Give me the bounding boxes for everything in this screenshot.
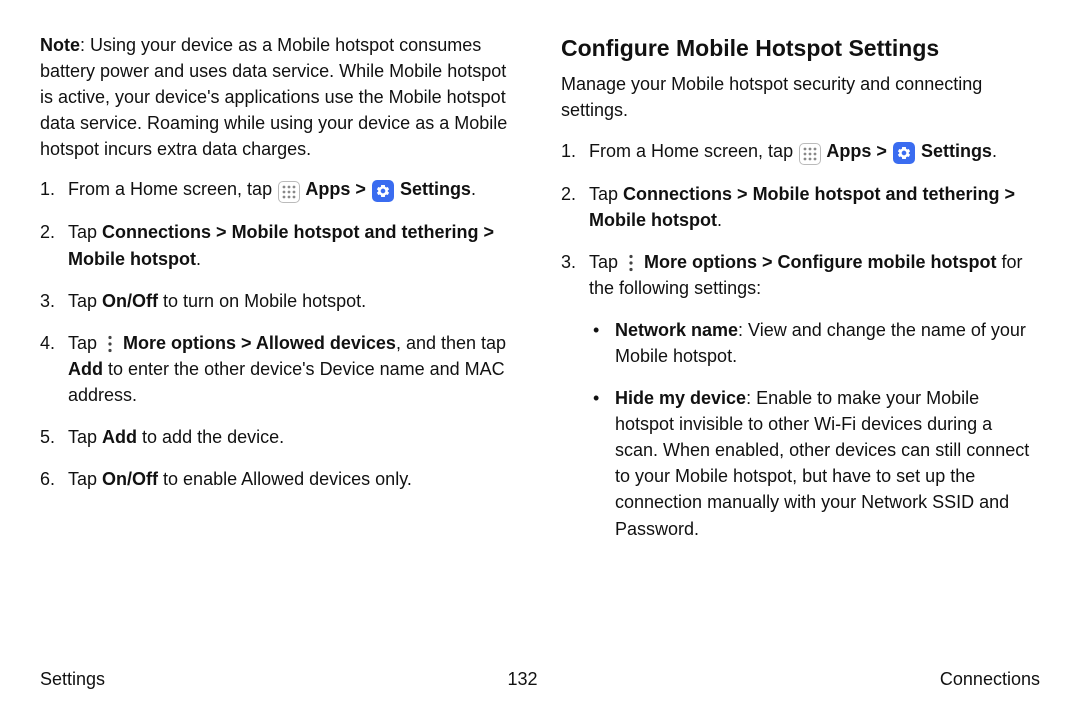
bold: Mobile hotspot and tethering — [232, 222, 479, 242]
bold: More options — [118, 333, 236, 353]
chevron-icon: > — [350, 179, 371, 199]
text: , and then tap — [396, 333, 506, 353]
apps-label: Apps — [822, 141, 871, 161]
text: . — [717, 210, 722, 230]
bold: Add — [68, 359, 103, 379]
text: to add the device. — [137, 427, 284, 447]
bullet-hide-device: Hide my device: Enable to make your Mobi… — [589, 385, 1040, 542]
text: . — [196, 249, 201, 269]
bullet-network-name: Network name: View and change the name o… — [589, 317, 1040, 369]
right-step-3: Tap More options > Configure mobile hots… — [561, 249, 1040, 542]
section-heading: Configure Mobile Hotspot Settings — [561, 32, 1040, 65]
more-options-icon — [624, 252, 638, 274]
bold: Mobile hotspot — [68, 249, 196, 269]
footer-left: Settings — [40, 666, 105, 692]
text: to enable Allowed devices only. — [158, 469, 412, 489]
text: . — [992, 141, 997, 161]
footer-right: Connections — [940, 666, 1040, 692]
section-intro: Manage your Mobile hotspot security and … — [561, 71, 1040, 123]
bold: More options — [639, 252, 757, 272]
left-steps: From a Home screen, tap Apps > Settings.… — [40, 176, 519, 492]
note-label: Note — [40, 35, 80, 55]
bold: Mobile hotspot and tethering — [753, 184, 1000, 204]
left-step-2: Tap Connections > Mobile hotspot and tet… — [40, 219, 519, 271]
note-body: : Using your device as a Mobile hotspot … — [40, 35, 507, 159]
text: Tap — [589, 252, 623, 272]
text: Tap — [68, 291, 102, 311]
chevron-icon: > — [732, 184, 753, 204]
right-steps: From a Home screen, tap Apps > Settings.… — [561, 138, 1040, 542]
left-step-1: From a Home screen, tap Apps > Settings. — [40, 176, 519, 203]
bold: Configure mobile hotspot — [778, 252, 997, 272]
chevron-icon: > — [757, 252, 778, 272]
text: Tap — [68, 222, 102, 242]
bold: On/Off — [102, 291, 158, 311]
apps-icon — [799, 143, 821, 165]
text: From a Home screen, tap — [589, 141, 798, 161]
bold: Network name — [615, 320, 738, 340]
text: Tap — [589, 184, 623, 204]
right-step-1: From a Home screen, tap Apps > Settings. — [561, 138, 1040, 165]
bold: Connections — [623, 184, 732, 204]
right-step-2: Tap Connections > Mobile hotspot and tet… — [561, 181, 1040, 233]
more-options-icon — [103, 333, 117, 355]
text: Tap — [68, 333, 102, 353]
settings-icon — [893, 142, 915, 164]
left-step-3: Tap On/Off to turn on Mobile hotspot. — [40, 288, 519, 314]
chevron-icon: > — [479, 222, 495, 242]
text: Tap — [68, 469, 102, 489]
settings-icon — [372, 180, 394, 202]
chevron-icon: > — [236, 333, 256, 353]
footer-page-number: 132 — [507, 666, 537, 692]
bold: Add — [102, 427, 137, 447]
left-column: Note: Using your device as a Mobile hots… — [40, 32, 519, 558]
chevron-icon: > — [871, 141, 892, 161]
chevron-icon: > — [1000, 184, 1016, 204]
left-step-4: Tap More options > Allowed devices, and … — [40, 330, 519, 408]
bold: Connections — [102, 222, 211, 242]
two-column-layout: Note: Using your device as a Mobile hots… — [40, 32, 1040, 558]
settings-label: Settings — [916, 141, 992, 161]
text: Tap — [68, 427, 102, 447]
chevron-icon: > — [211, 222, 232, 242]
text: From a Home screen, tap — [68, 179, 277, 199]
bold: Hide my device — [615, 388, 746, 408]
text: : Enable to make your Mobile hotspot inv… — [615, 388, 1029, 538]
apps-label: Apps — [301, 179, 350, 199]
left-step-6: Tap On/Off to enable Allowed devices onl… — [40, 466, 519, 492]
right-column: Configure Mobile Hotspot Settings Manage… — [561, 32, 1040, 558]
apps-icon — [278, 181, 300, 203]
config-bullets: Network name: View and change the name o… — [589, 317, 1040, 542]
settings-label: Settings — [395, 179, 471, 199]
note-paragraph: Note: Using your device as a Mobile hots… — [40, 32, 519, 162]
text: to turn on Mobile hotspot. — [158, 291, 366, 311]
bold: Mobile hotspot — [589, 210, 717, 230]
text: to enter the other device's Device name … — [68, 359, 505, 405]
bold: On/Off — [102, 469, 158, 489]
page-footer: Settings 132 Connections — [40, 666, 1040, 692]
text: . — [471, 179, 476, 199]
bold: Allowed devices — [256, 333, 396, 353]
left-step-5: Tap Add to add the device. — [40, 424, 519, 450]
